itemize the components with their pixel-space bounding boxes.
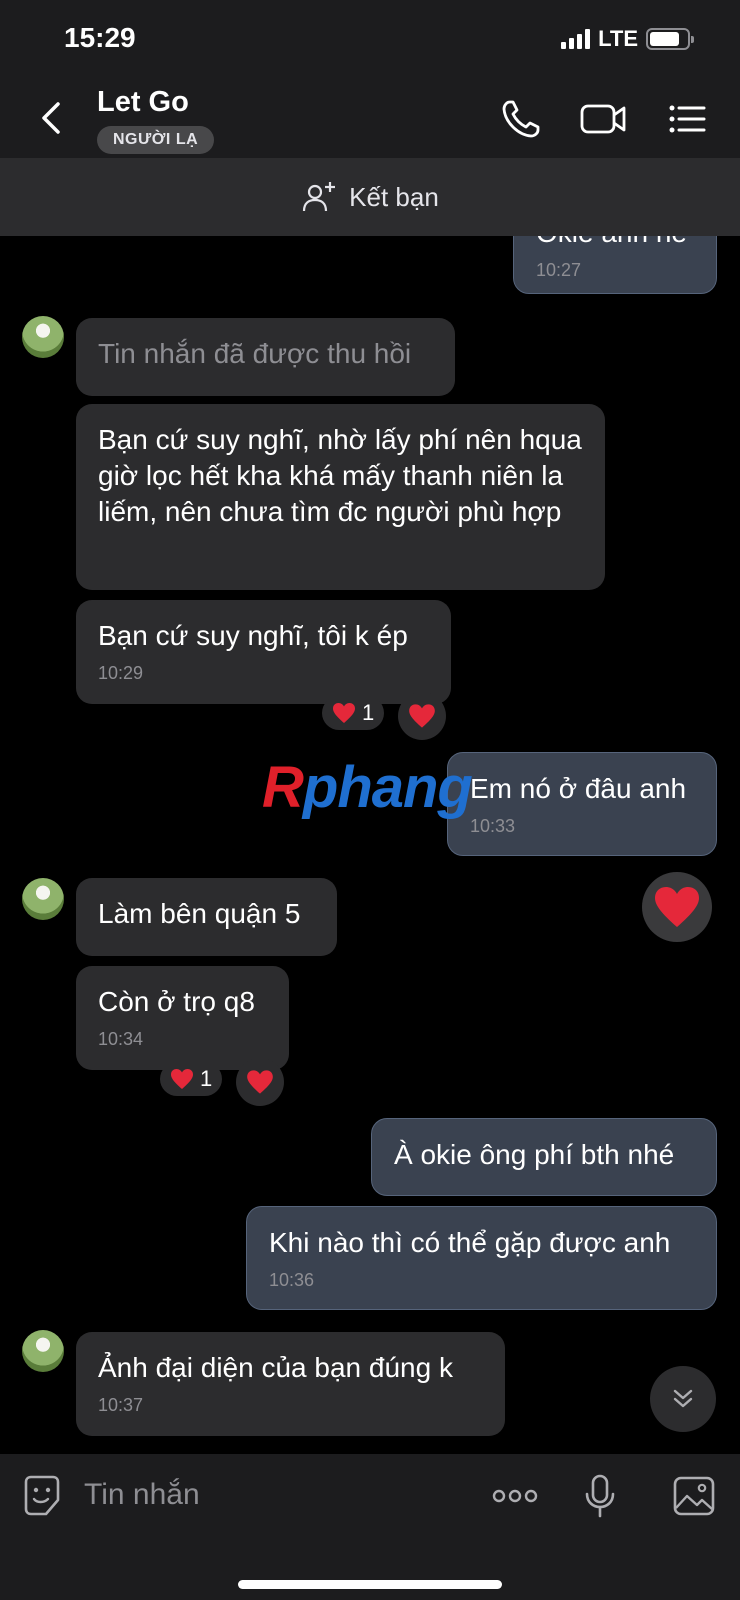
battery-icon	[646, 28, 694, 50]
reaction-count[interactable]: 1	[322, 696, 385, 730]
stranger-badge: NGƯỜI LẠ	[97, 126, 215, 154]
home-indicator	[238, 1580, 502, 1589]
message-bubble-outgoing[interactable]: Em nó ở đâu anh 10:33	[447, 752, 717, 856]
message-text: Làm bên quận 5	[98, 898, 301, 929]
message-bubble-incoming[interactable]: Bạn cứ suy nghĩ, nhờ lấy phí nên hqua gi…	[76, 404, 605, 590]
message-time: 10:33	[470, 816, 516, 836]
reaction-count-value: 1	[362, 700, 375, 725]
reaction-count-value: 1	[200, 1066, 213, 1091]
contact-name[interactable]: Let Go	[97, 86, 189, 119]
heart-icon	[171, 1069, 193, 1089]
phone-icon[interactable]	[498, 96, 544, 142]
watermark-logo: Rphang	[262, 755, 473, 820]
status-bar: 15:29 LTE	[0, 0, 740, 80]
chat-header: Let Go NGƯỜI LẠ	[0, 80, 740, 158]
message-time: 10:34	[98, 1029, 144, 1049]
message-text: Em nó ở đâu anh	[470, 773, 687, 804]
message-text: Khi nào thì có thể gặp được anh	[269, 1227, 671, 1258]
status-indicators: LTE	[561, 26, 694, 52]
message-time: 10:36	[269, 1270, 315, 1290]
video-camera-icon[interactable]	[578, 96, 628, 142]
network-type: LTE	[598, 26, 638, 51]
react-button[interactable]	[398, 692, 446, 740]
message-bubble-incoming[interactable]: Làm bên quận 5	[76, 878, 337, 956]
avatar[interactable]	[22, 1330, 64, 1372]
react-button[interactable]	[236, 1058, 284, 1106]
message-text: Okie anh nè	[536, 236, 694, 251]
heart-icon	[247, 1070, 273, 1094]
message-text: Bạn cứ suy nghĩ, tôi k ép	[98, 620, 408, 651]
image-icon[interactable]	[672, 1472, 716, 1520]
heart-icon	[655, 887, 699, 927]
microphone-icon[interactable]	[580, 1472, 620, 1520]
message-bubble-outgoing[interactable]: À okie ông phí bth nhé	[371, 1118, 717, 1196]
message-text: Còn ở trọ q8	[98, 986, 255, 1017]
heart-icon	[333, 703, 355, 723]
reaction-count[interactable]: 1	[160, 1062, 223, 1096]
message-text: Tin nhắn đã được thu hồi	[98, 338, 412, 369]
avatar[interactable]	[22, 878, 64, 920]
message-time: 10:37	[98, 1395, 144, 1415]
heart-icon	[409, 704, 435, 728]
message-bubble-incoming[interactable]: Bạn cứ suy nghĩ, tôi k ép 10:29	[76, 600, 451, 704]
message-text: À okie ông phí bth nhé	[394, 1139, 675, 1170]
recalled-message: Tin nhắn đã được thu hồi	[76, 318, 455, 396]
list-menu-icon[interactable]	[664, 96, 710, 142]
add-user-icon	[303, 182, 336, 212]
message-list[interactable]: Okie anh nè 10:27 Tin nhắn đã được thu h…	[0, 236, 740, 1454]
chevron-left-icon[interactable]	[30, 96, 74, 140]
message-bubble-outgoing[interactable]: Khi nào thì có thể gặp được anh 10:36	[246, 1206, 717, 1310]
message-bubble-outgoing[interactable]: Okie anh nè 10:27	[513, 236, 717, 294]
add-friend-button[interactable]: Kết bạn	[0, 158, 740, 236]
scroll-to-bottom-button[interactable]	[650, 1366, 716, 1432]
message-bubble-incoming[interactable]: Ảnh đại diện của bạn đúng k 10:37	[76, 1332, 505, 1436]
status-time: 15:29	[64, 22, 136, 53]
signal-icon	[561, 29, 591, 49]
sticker-icon[interactable]	[20, 1472, 64, 1520]
message-time: 10:27	[536, 260, 582, 280]
message-time: 10:29	[98, 663, 144, 683]
quick-heart-button[interactable]	[642, 872, 712, 942]
add-friend-label: Kết bạn	[349, 181, 439, 212]
avatar[interactable]	[22, 316, 64, 358]
double-chevron-down-icon	[673, 1389, 693, 1408]
message-text: Ảnh đại diện của bạn đúng k	[98, 1352, 453, 1383]
composer-bar: Tin nhắn	[0, 1454, 740, 1600]
message-bubble-incoming[interactable]: Còn ở trọ q8 10:34	[76, 966, 289, 1070]
more-dots-icon[interactable]	[490, 1472, 540, 1520]
message-input[interactable]: Tin nhắn	[84, 1478, 200, 1512]
message-text: Bạn cứ suy nghĩ, nhờ lấy phí nên hqua gi…	[98, 424, 582, 527]
